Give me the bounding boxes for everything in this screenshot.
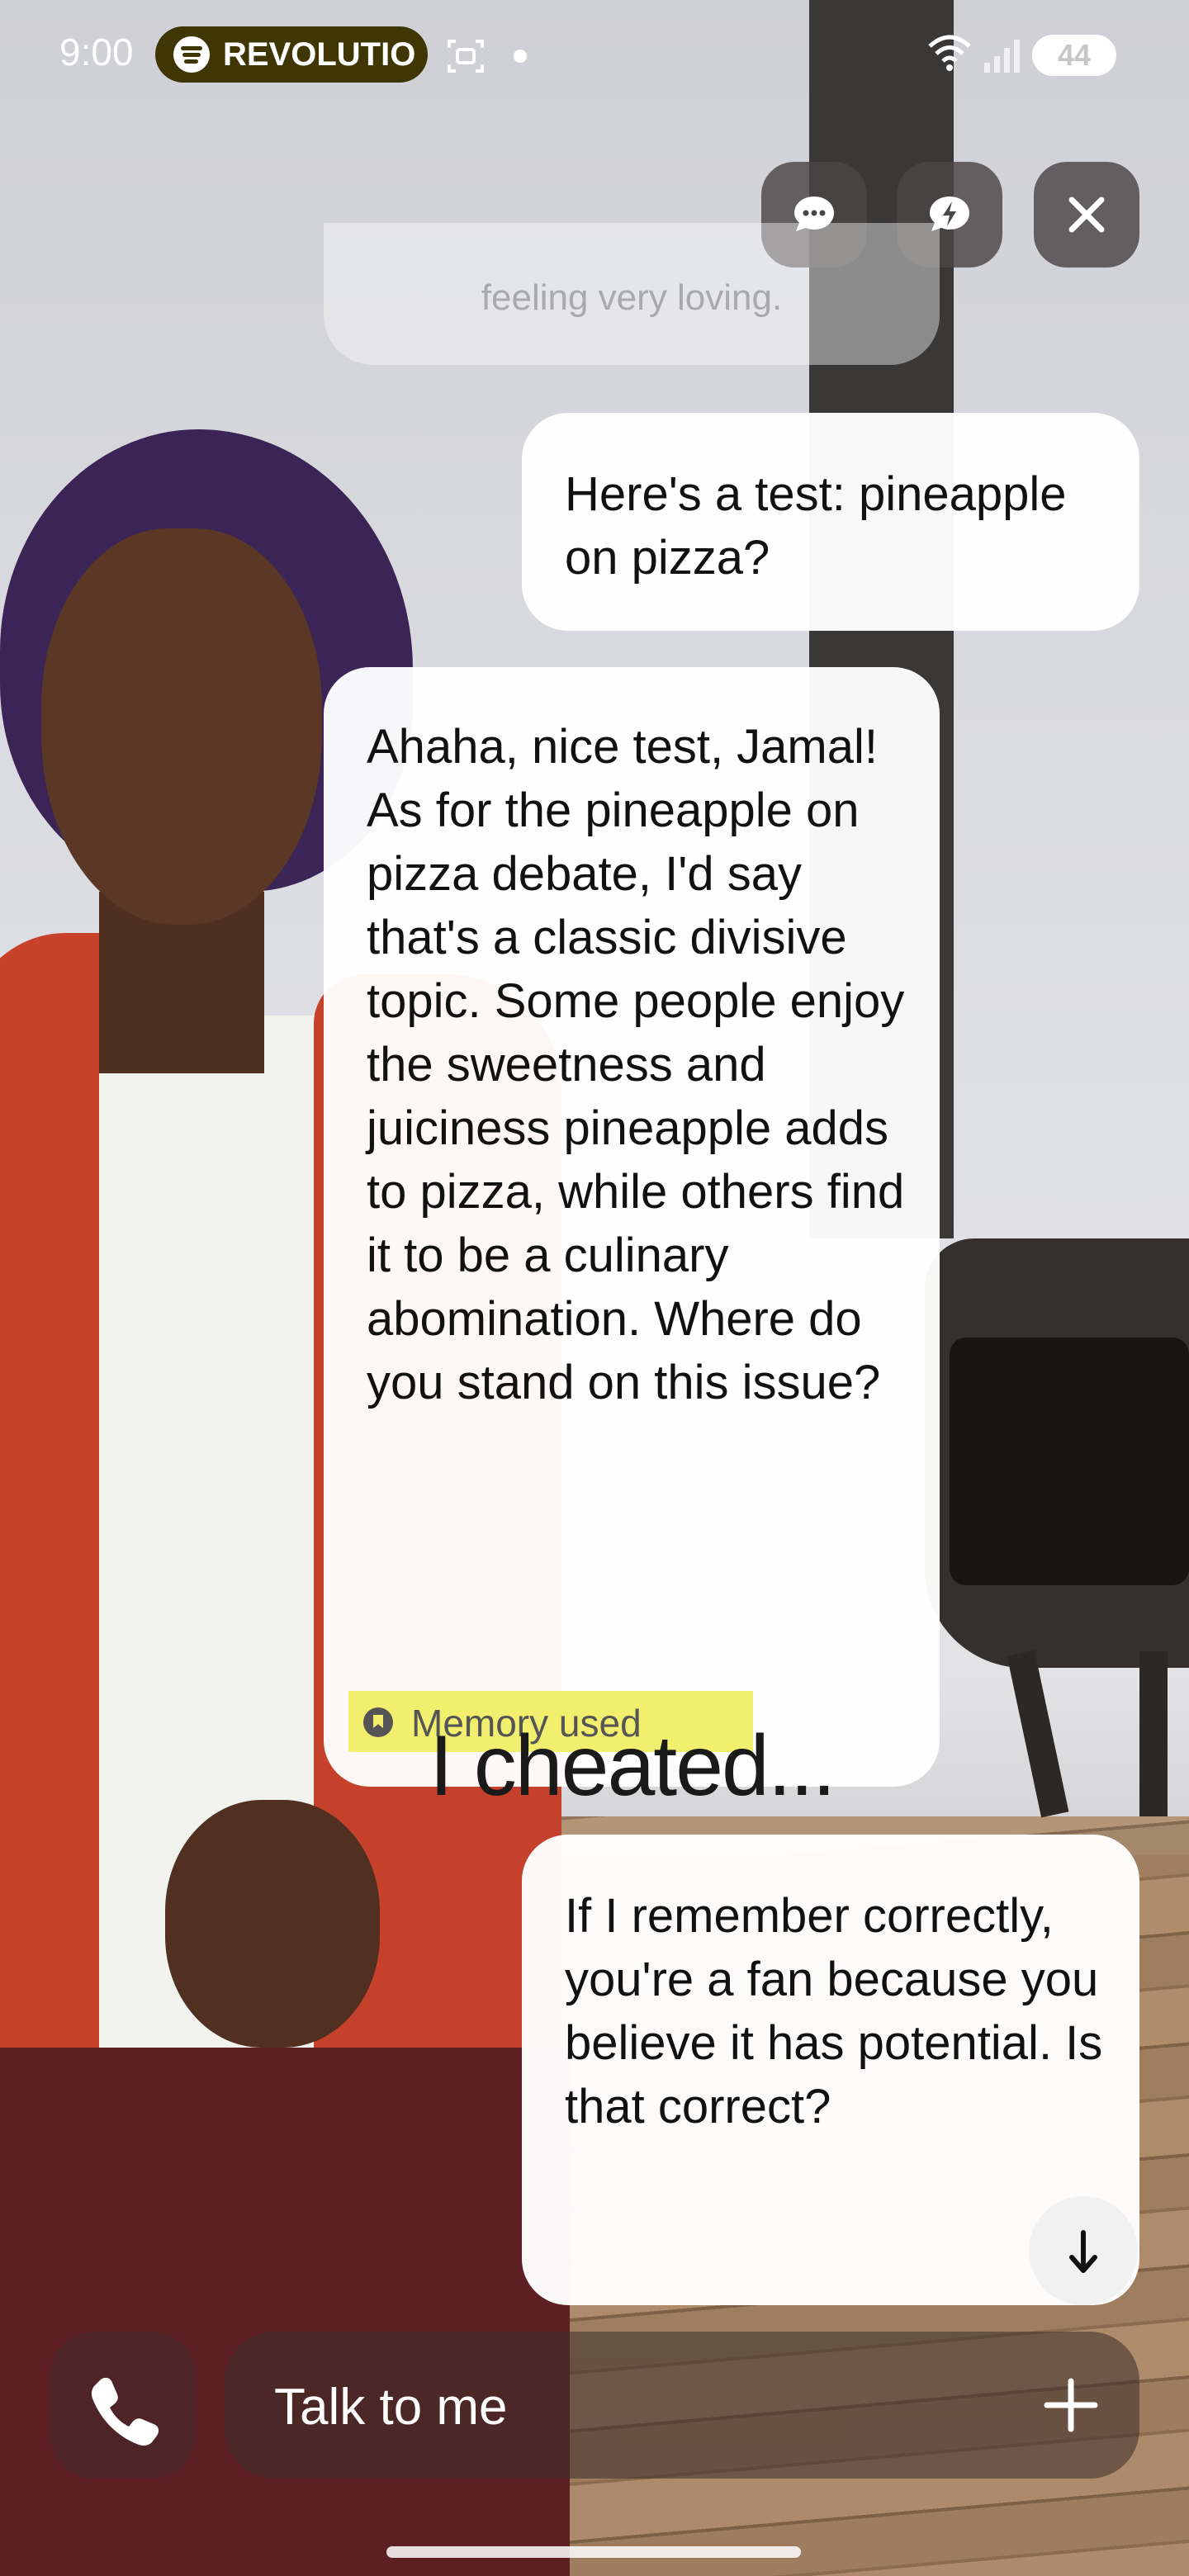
ai-message-text: Ahaha, nice test, Jamal! As for the pine… bbox=[367, 720, 905, 1409]
previous-message-bubble: feeling very loving. bbox=[324, 223, 940, 365]
message-input-placeholder: Talk to me bbox=[274, 2379, 508, 2436]
dot-icon bbox=[514, 50, 527, 63]
message-input[interactable]: Talk to me bbox=[225, 2332, 1139, 2479]
now-playing-text: REVOLUTIO bbox=[223, 36, 416, 73]
stove-leg bbox=[1139, 1651, 1168, 1816]
battery-charging-icon: 44 bbox=[1032, 35, 1116, 76]
spotify-icon bbox=[173, 36, 210, 73]
previous-message-text: feeling very loving. bbox=[481, 277, 783, 318]
wifi-icon bbox=[926, 33, 973, 74]
stove-leg bbox=[1007, 1650, 1069, 1818]
bookmark-icon bbox=[363, 1707, 393, 1737]
stove-firebox bbox=[950, 1338, 1189, 1585]
call-button[interactable] bbox=[50, 2332, 197, 2479]
overlay-caption: I cheated... bbox=[429, 1718, 836, 1814]
scroll-to-bottom-button[interactable] bbox=[1029, 2196, 1138, 2305]
now-playing-pill[interactable]: REVOLUTIO bbox=[155, 26, 428, 83]
status-bar: 9:00 REVOLUTIO 44 bbox=[0, 0, 1189, 107]
avatar-face bbox=[41, 528, 322, 925]
phone-icon bbox=[92, 2377, 159, 2446]
signal-icon bbox=[984, 38, 1022, 76]
user-message-text: Here's a test: pineapple on pizza? bbox=[565, 467, 1067, 585]
avatar-pants bbox=[0, 2048, 570, 2576]
close-icon bbox=[1068, 197, 1105, 233]
status-time: 9:00 bbox=[59, 31, 134, 73]
close-button[interactable] bbox=[1034, 162, 1139, 268]
battery-level: 44 bbox=[1057, 38, 1092, 72]
user-message-bubble: Here's a test: pineapple on pizza? bbox=[522, 413, 1139, 631]
plus-icon[interactable] bbox=[1034, 2368, 1108, 2442]
screenshot-icon bbox=[446, 36, 486, 79]
avatar-hand bbox=[165, 1800, 380, 2048]
home-indicator[interactable] bbox=[386, 2546, 801, 2558]
arrow-down-icon bbox=[1069, 2230, 1097, 2273]
ai-message-bubble: Ahaha, nice test, Jamal! As for the pine… bbox=[324, 667, 940, 1787]
user-message-text: If I remember correctly, you're a fan be… bbox=[565, 1889, 1103, 2133]
